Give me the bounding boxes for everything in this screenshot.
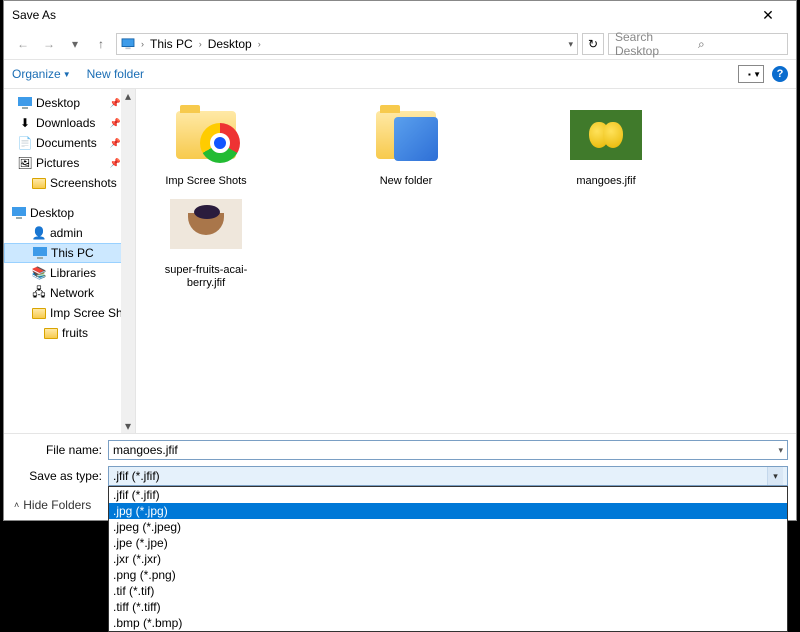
tree-item-libraries[interactable]: 📚 Libraries (4, 263, 135, 283)
bottom-panel: File name: mangoes.jfif ▾ Save as type: … (4, 433, 796, 520)
window-title: Save As (12, 8, 748, 22)
folder-icon (376, 111, 436, 159)
tree-item-downloads[interactable]: ⬇ Downloads📌 (4, 113, 135, 133)
chevron-down-icon: ▼ (63, 70, 71, 79)
new-folder-button[interactable]: New folder (87, 67, 144, 81)
address-bar: ← → ▾ ↑ › This PC › Desktop › ▾ ↻ Search… (4, 29, 796, 59)
chrome-icon (200, 123, 240, 163)
save-as-dialog: Save As ✕ ← → ▾ ↑ › This PC › Desktop › … (3, 0, 797, 521)
main-area: Desktop📌 ⬇ Downloads📌 📄 Documents📌 🖼 Pic… (4, 89, 796, 433)
pin-icon: 📌 (110, 98, 121, 109)
type-option[interactable]: .bmp (*.bmp) (109, 615, 787, 631)
image-thumbnail (170, 199, 242, 249)
command-bar: Organize ▼ New folder ▪ ▼ ? (4, 59, 796, 89)
chevron-right-icon: › (139, 39, 146, 49)
type-option[interactable]: .tif (*.tif) (109, 583, 787, 599)
navigation-tree: Desktop📌 ⬇ Downloads📌 📄 Documents📌 🖼 Pic… (4, 89, 136, 433)
downloads-icon: ⬇ (18, 116, 32, 130)
hide-folders-button[interactable]: ˄ Hide Folders (12, 496, 93, 514)
file-item-folder[interactable]: Imp Scree Shots (146, 99, 266, 188)
tree-scrollbar[interactable]: ▴▾ (121, 89, 135, 433)
breadcrumb-root[interactable]: This PC (150, 37, 193, 51)
folder-icon (44, 328, 58, 339)
libraries-icon: 📚 (32, 266, 46, 280)
search-icon: ⌕ (698, 37, 781, 52)
file-label: mangoes.jfif (546, 175, 666, 188)
pin-icon: 📌 (110, 118, 121, 129)
file-label: New folder (346, 175, 466, 188)
win11-icon (394, 117, 438, 161)
filename-label: File name: (12, 443, 108, 457)
tree-item-imp-scree-shots[interactable]: Imp Scree Shots (4, 303, 135, 323)
chevron-right-icon: › (256, 39, 263, 49)
pictures-icon: 🖼 (18, 156, 32, 170)
saveastype-combobox[interactable]: .jfif (*.jfif) ▾ (108, 466, 788, 486)
folder-icon (32, 178, 46, 189)
type-option[interactable]: .jpeg (*.jpeg) (109, 519, 787, 535)
tree-item-this-pc[interactable]: This PC (4, 243, 135, 263)
type-option[interactable]: .jpe (*.jpe) (109, 535, 787, 551)
tree-item-pictures[interactable]: 🖼 Pictures📌 (4, 153, 135, 173)
network-icon: 🖧 (32, 286, 46, 300)
titlebar: Save As ✕ (4, 1, 796, 29)
this-pc-icon (33, 246, 47, 260)
tree-item-network[interactable]: 🖧 Network (4, 283, 135, 303)
tree-item-admin[interactable]: 👤 admin (4, 223, 135, 243)
back-button[interactable]: ← (12, 33, 34, 55)
tree-item-desktop-root[interactable]: Desktop (4, 203, 135, 223)
file-list[interactable]: Imp Scree Shots New folder mangoes.jfif … (136, 89, 796, 433)
file-label: Imp Scree Shots (146, 175, 266, 188)
tree-item-screenshots[interactable]: Screenshots (4, 173, 135, 193)
type-option[interactable]: .jxr (*.jxr) (109, 551, 787, 567)
type-option[interactable]: .png (*.png) (109, 567, 787, 583)
help-button[interactable]: ? (772, 66, 788, 82)
saveastype-label: Save as type: (12, 469, 108, 483)
type-option[interactable]: .jpg (*.jpg) (109, 503, 787, 519)
type-option[interactable]: .tiff (*.tiff) (109, 599, 787, 615)
image-thumbnail (570, 110, 642, 160)
desktop-icon (18, 96, 32, 110)
breadcrumb-leaf[interactable]: Desktop (208, 37, 252, 51)
tree-item-fruits[interactable]: fruits (4, 323, 135, 343)
address-dropdown-chevron[interactable]: ▾ (568, 39, 573, 50)
file-label: super-fruits-acai-berry.jfif (146, 264, 266, 290)
filename-value: mangoes.jfif (113, 443, 178, 457)
tree-item-documents[interactable]: 📄 Documents📌 (4, 133, 135, 153)
up-button[interactable]: ↑ (90, 33, 112, 55)
filename-input[interactable]: mangoes.jfif ▾ (108, 440, 788, 460)
chevron-right-icon: › (197, 39, 204, 49)
forward-button[interactable]: → (38, 33, 60, 55)
address-field[interactable]: › This PC › Desktop › ▾ (116, 33, 578, 55)
search-placeholder: Search Desktop (615, 30, 698, 58)
saveastype-value: .jfif (*.jfif) (113, 469, 160, 483)
desktop-icon (12, 206, 26, 220)
pin-icon: 📌 (110, 138, 121, 149)
file-item-image[interactable]: mangoes.jfif (546, 99, 666, 188)
close-button[interactable]: ✕ (748, 1, 788, 29)
search-input[interactable]: Search Desktop ⌕ (608, 33, 788, 55)
folder-icon (32, 308, 46, 319)
folder-icon (176, 111, 236, 159)
documents-icon: 📄 (18, 136, 32, 150)
tree-item-desktop[interactable]: Desktop📌 (4, 93, 135, 113)
refresh-button[interactable]: ↻ (582, 33, 604, 55)
saveastype-dropdown: .jfif (*.jfif) .jpg (*.jpg) .jpeg (*.jpe… (108, 486, 788, 632)
user-icon: 👤 (32, 226, 46, 240)
chevron-down-icon[interactable]: ▾ (778, 445, 783, 456)
organize-button[interactable]: Organize ▼ (12, 67, 71, 81)
file-item-image[interactable]: super-fruits-acai-berry.jfif (146, 188, 266, 290)
chevron-up-icon: ˄ (14, 500, 19, 510)
chevron-down-icon[interactable]: ▾ (767, 467, 783, 485)
file-item-folder[interactable]: New folder (346, 99, 466, 188)
type-option[interactable]: .jfif (*.jfif) (109, 487, 787, 503)
pin-icon: 📌 (110, 158, 121, 169)
this-pc-icon (121, 37, 135, 51)
view-options-button[interactable]: ▪ ▼ (738, 65, 764, 83)
recent-locations-chevron[interactable]: ▾ (64, 33, 86, 55)
